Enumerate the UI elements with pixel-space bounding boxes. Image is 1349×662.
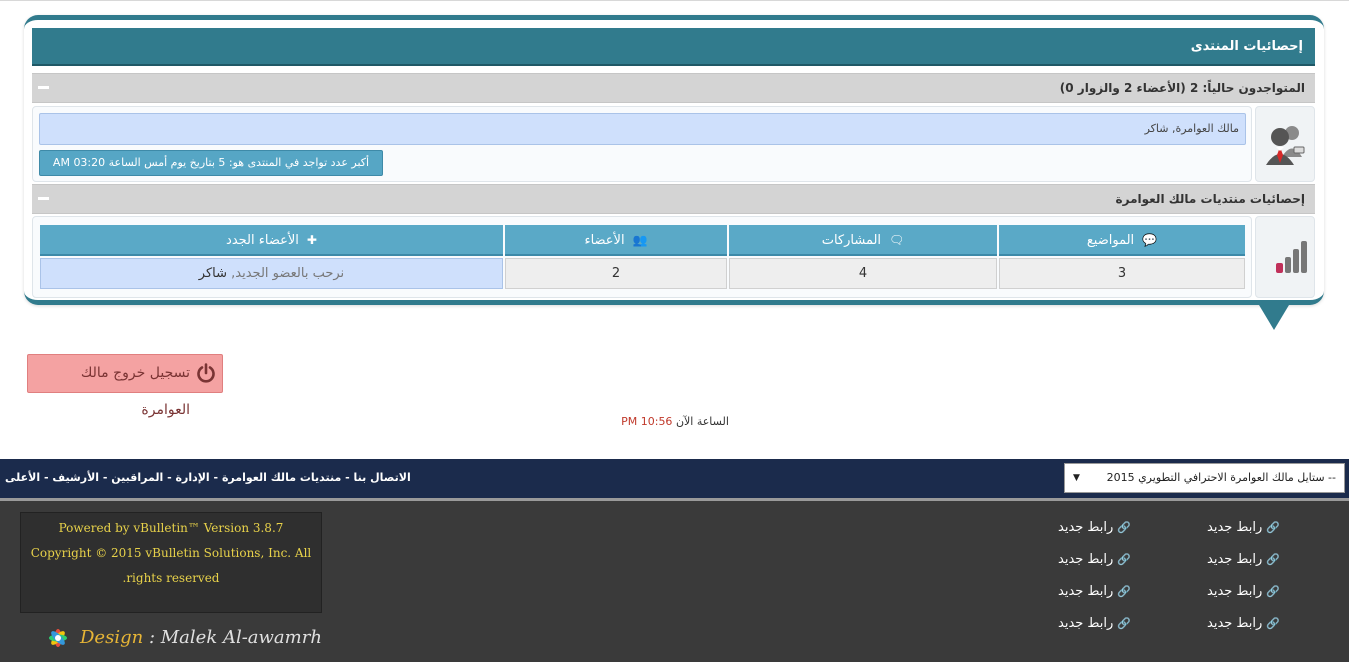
dropdown-arrow-icon: ▼ — [1073, 473, 1080, 483]
collapse-icon[interactable] — [38, 197, 49, 200]
nav-top[interactable]: الأعلى — [5, 471, 40, 484]
value-posts: 4 — [729, 258, 997, 289]
max-online-record: أكبر عدد تواجد في المنتدى هو: 5 بتاريخ ي… — [39, 150, 383, 176]
link-icon: 🔗 — [1266, 553, 1280, 566]
users-icon-box — [1255, 106, 1315, 182]
header-topics: 💬المواضيع — [999, 225, 1245, 256]
stats-table: 💬المواضيع 🗨المشاركات 👥الأعضاء ✚الأعضاء ا… — [32, 216, 1252, 298]
group-icon: 👥 — [632, 233, 648, 247]
footer-link[interactable]: 🔗رابط جديد — [1021, 616, 1131, 631]
users-icon — [1266, 126, 1305, 165]
value-members: 2 — [505, 258, 727, 289]
footer: Powered by vBulletin™ Version 3.8.7 Copy… — [0, 501, 1349, 662]
nav-contact[interactable]: الاتصال بنا — [354, 471, 411, 484]
link-icon: 🔗 — [1117, 553, 1131, 566]
bar-chart-icon — [1276, 241, 1307, 273]
header-newest: ✚الأعضاء الجدد — [40, 225, 503, 256]
forum-stats-panel: إحصائيات المنتدى المتواجدون حالياً: 2 (ا… — [24, 15, 1324, 305]
logout-button[interactable]: تسجيل خروج مالك العوامرة — [27, 354, 223, 418]
forum-stats-bar[interactable]: إحصائيات منتديات مالك العوامرة — [32, 184, 1315, 214]
online-names[interactable]: مالك العوامرة, شاكر — [39, 113, 1246, 145]
powered-by: Powered by vBulletin™ Version 3.8.7 — [58, 521, 284, 535]
footer-link[interactable]: 🔗رابط جديد — [1170, 616, 1280, 631]
link-icon: 🔗 — [1266, 617, 1280, 630]
nav-home[interactable]: منتديات مالك العوامرة — [222, 471, 341, 484]
designer-name: Malek Al-awamrh — [160, 627, 322, 648]
panel-title: إحصائيات المنتدى — [32, 28, 1315, 66]
nav-moderators[interactable]: المراقبين — [111, 471, 163, 484]
link-icon: 🔗 — [1266, 521, 1280, 534]
footer-link[interactable]: 🔗رابط جديد — [1170, 584, 1280, 599]
bottom-navbar: الاتصال بنا - منتديات مالك العوامرة - ال… — [0, 459, 1349, 501]
style-selector[interactable]: -- ستايل مالك العوامرة الاحترافي التطوير… — [1064, 463, 1345, 493]
current-time-value: 10:56 PM — [621, 415, 673, 428]
copyright-text: Copyright © 2015 vBulletin Solutions, In… — [30, 546, 312, 585]
online-users-box: مالك العوامرة, شاكر أكبر عدد تواجد في ال… — [32, 106, 1252, 182]
newest-member-link[interactable]: شاكر — [199, 266, 227, 281]
online-users-bar[interactable]: المتواجدون حالياً: 2 (الأعضاء 2 والزوار … — [32, 73, 1315, 103]
value-newest: نرحب بالعضو الجديد, شاكر — [40, 258, 503, 289]
plus-icon: ✚ — [306, 233, 317, 247]
panel-pointer — [1259, 305, 1289, 330]
flower-logo-icon — [49, 629, 67, 647]
forum-stats-header: إحصائيات منتديات مالك العوامرة — [1115, 192, 1305, 206]
power-icon — [197, 363, 215, 383]
footer-link[interactable]: 🔗رابط جديد — [1170, 520, 1280, 535]
nav-archive[interactable]: الأرشيف — [52, 471, 99, 484]
copyright-box: Powered by vBulletin™ Version 3.8.7 Copy… — [20, 512, 322, 613]
footer-link[interactable]: 🔗رابط جديد — [1021, 520, 1131, 535]
link-icon: 🔗 — [1266, 585, 1280, 598]
link-icon: 🔗 — [1117, 585, 1131, 598]
footer-link[interactable]: 🔗رابط جديد — [1170, 552, 1280, 567]
logout-label: تسجيل خروج مالك العوامرة — [80, 365, 190, 418]
chart-icon-box — [1255, 216, 1315, 298]
top-divider — [0, 0, 1349, 1]
comments-icon: 💬 — [1142, 233, 1158, 247]
nav-admin[interactable]: الإدارة — [176, 471, 210, 484]
footer-link[interactable]: 🔗رابط جديد — [1021, 552, 1131, 567]
chat-icon: 🗨 — [889, 233, 905, 247]
link-icon: 🔗 — [1117, 617, 1131, 630]
footer-link[interactable]: 🔗رابط جديد — [1021, 584, 1131, 599]
value-topics: 3 — [999, 258, 1245, 289]
link-icon: 🔗 — [1117, 521, 1131, 534]
header-members: 👥الأعضاء — [505, 225, 727, 256]
footer-nav-links: الاتصال بنا - منتديات مالك العوامرة - ال… — [5, 471, 411, 484]
header-posts: 🗨المشاركات — [729, 225, 997, 256]
online-users-header: المتواجدون حالياً: 2 (الأعضاء 2 والزوار … — [1059, 81, 1305, 95]
current-time: الساعة الآن 10:56 PM — [621, 415, 729, 428]
collapse-icon[interactable] — [38, 86, 49, 89]
design-credit: Design : Malek Al-awamrh — [44, 623, 322, 653]
